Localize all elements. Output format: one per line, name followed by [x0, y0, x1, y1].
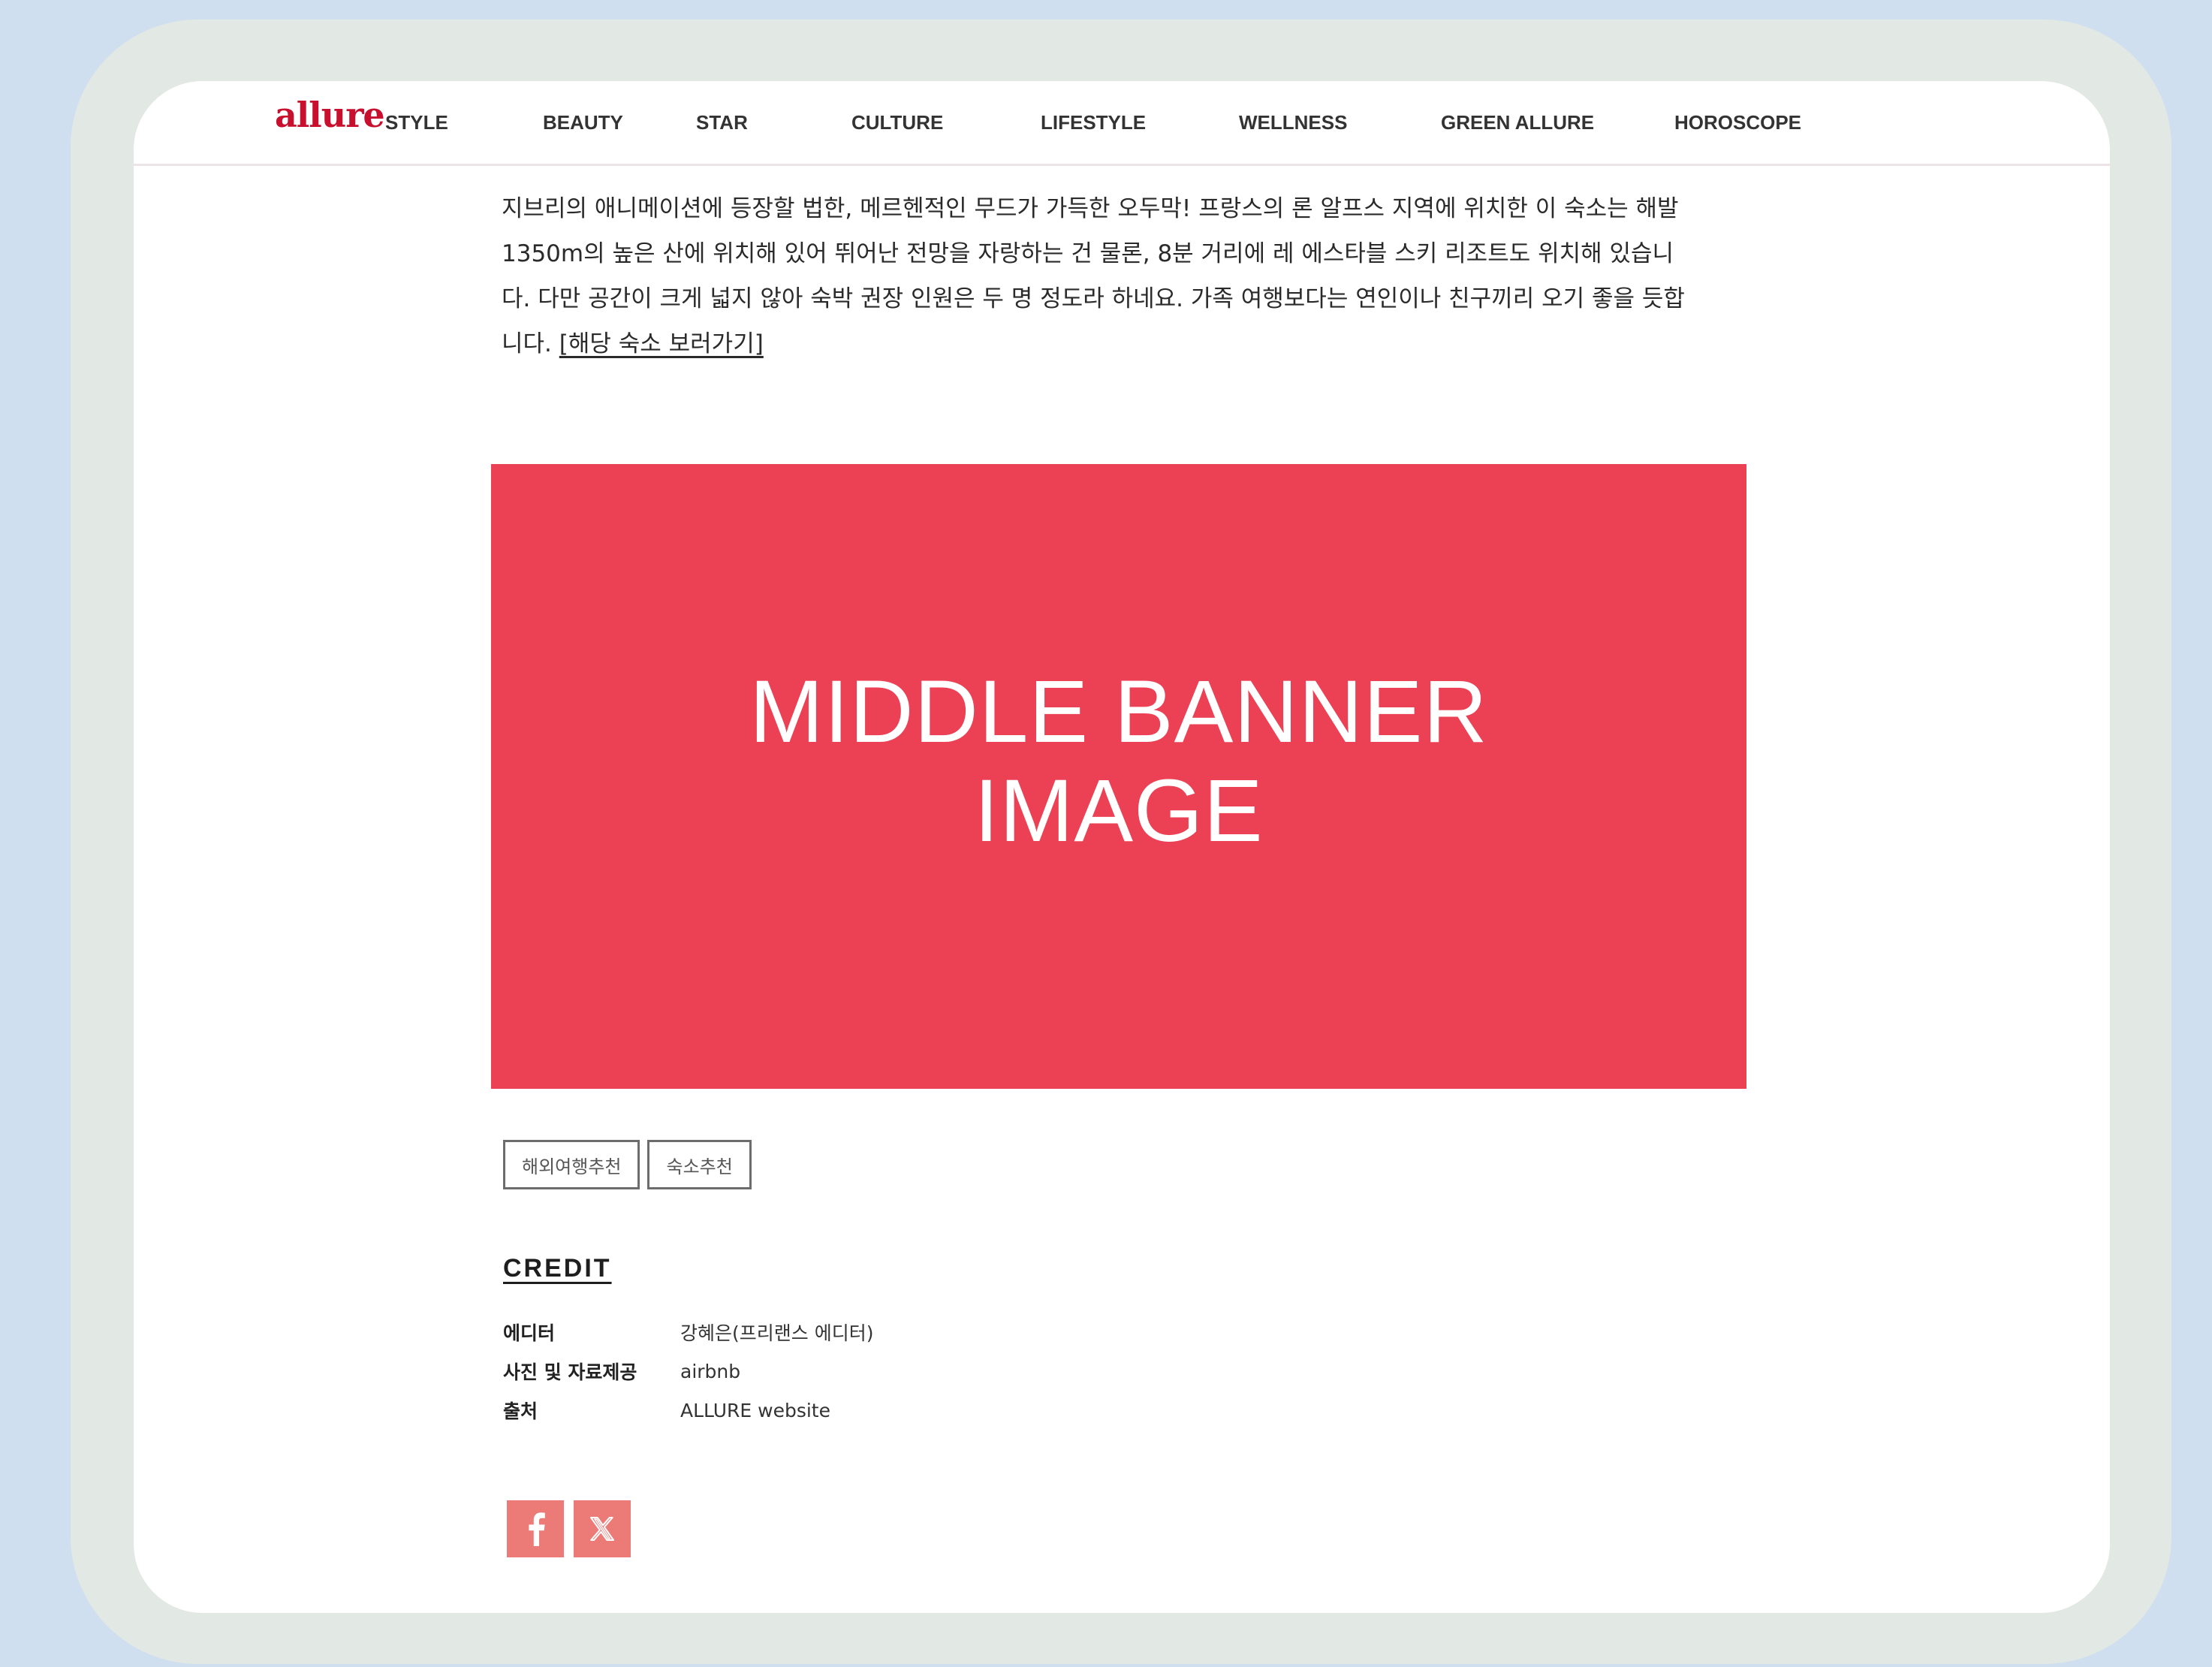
credit-label: 출처 [503, 1400, 538, 1422]
x-share-button[interactable] [574, 1500, 631, 1557]
credit-value: 강혜은(프리랜스 에디터) [680, 1322, 874, 1344]
tag-accommodation[interactable]: 숙소추천 [647, 1140, 752, 1189]
top-navigation: allure STYLE BEAUTY STAR CULTURE LIFESTY… [134, 81, 2110, 166]
social-share [507, 1500, 631, 1557]
tag-list: 해외여행추천 숙소추천 [503, 1140, 752, 1189]
credit-row-photo: 사진 및 자료제공 airbnb [503, 1352, 873, 1391]
nav-item-style[interactable]: STYLE [385, 111, 448, 134]
nav-item-green-allure[interactable]: GREEN ALLURE [1441, 111, 1594, 134]
accommodation-link[interactable]: [해당 숙소 보러가기] [559, 330, 764, 357]
x-icon [590, 1517, 614, 1541]
nav-item-culture[interactable]: CULTURE [851, 111, 943, 134]
middle-banner[interactable]: MIDDLE BANNER IMAGE [491, 464, 1746, 1089]
nav-item-lifestyle[interactable]: LIFESTYLE [1041, 111, 1146, 134]
credit-label: 사진 및 자료제공 [503, 1361, 637, 1383]
banner-label: MIDDLE BANNER IMAGE [749, 662, 1488, 861]
nav-item-beauty[interactable]: BEAUTY [543, 111, 623, 134]
credit-table: 에디터 강혜은(프리랜스 에디터) 사진 및 자료제공 airbnb 출처 AL… [503, 1313, 873, 1430]
tag-overseas-travel[interactable]: 해외여행추천 [503, 1140, 640, 1189]
credit-value: ALLURE website [680, 1399, 830, 1421]
nav-item-horoscope[interactable]: HOROSCOPE [1674, 111, 1801, 134]
credit-row-source: 출처 ALLURE website [503, 1391, 873, 1430]
nav-item-star[interactable]: STAR [696, 111, 748, 134]
credit-value: airbnb [680, 1360, 741, 1382]
facebook-icon [529, 1512, 545, 1546]
article-body: 지브리의 애니메이션에 등장할 법한, 메르헨적인 무드가 가득한 오두막! 프… [502, 186, 1688, 366]
browser-screen: allure STYLE BEAUTY STAR CULTURE LIFESTY… [134, 81, 2110, 1613]
nav-item-wellness[interactable]: WELLNESS [1239, 111, 1347, 134]
allure-logo[interactable]: allure [275, 95, 385, 135]
credit-title: CREDIT [503, 1254, 612, 1283]
facebook-share-button[interactable] [507, 1500, 564, 1557]
credit-row-editor: 에디터 강혜은(프리랜스 에디터) [503, 1313, 873, 1352]
credit-label: 에디터 [503, 1322, 556, 1344]
